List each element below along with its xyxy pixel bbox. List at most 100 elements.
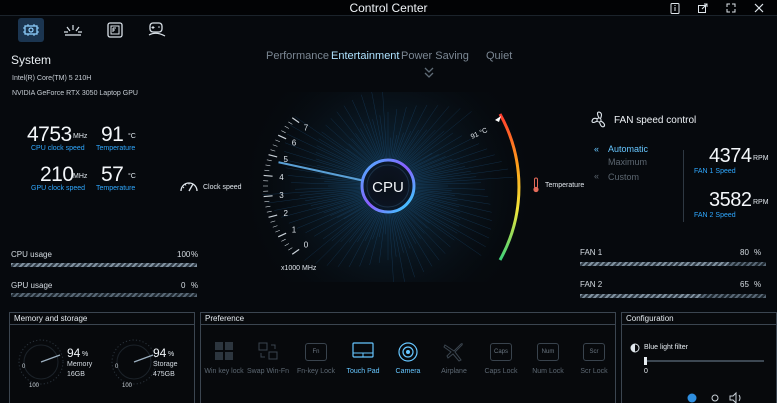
memory-dial: 0 100 <box>18 339 64 389</box>
gpu-clock-label: GPU clock speed <box>31 185 86 192</box>
storage-label: Storage <box>153 361 178 368</box>
cpu-name: Intel(R) Core(TM) 5 210H <box>12 75 92 82</box>
blue-light-slider[interactable] <box>644 357 764 365</box>
blue-light-slider-thumb[interactable] <box>644 357 647 365</box>
blue-light-label: Blue light filter <box>644 344 688 351</box>
fan2-usage-bar <box>580 294 766 298</box>
gpu-usage-bar <box>11 293 197 297</box>
tab-quiet[interactable]: Quiet <box>486 50 512 62</box>
popout-icon[interactable] <box>689 0 717 16</box>
fan1-usage-unit: % <box>754 248 762 257</box>
clock-scale-label: 7 <box>304 124 309 133</box>
clock-scale-tick <box>263 174 273 177</box>
caps-lock-icon: Caps <box>490 343 512 361</box>
fan1-usage-value: 80 <box>740 248 749 257</box>
cpu-temp-unit: °C <box>128 133 136 140</box>
clock-scale-label: 6 <box>292 139 297 148</box>
fan-divider <box>683 150 684 222</box>
pref-fn-key-lock[interactable]: Fn Fn-key Lock <box>296 340 336 375</box>
storage-size: 475GB <box>153 371 175 378</box>
clock-scale-tick <box>263 195 273 198</box>
memory-storage-title: Memory and storage <box>10 313 194 325</box>
clock-scale-unit: x1000 MHz <box>281 265 317 272</box>
clock-speed-label: Clock speed <box>203 184 242 191</box>
cpu-usage-label: CPU usage <box>11 250 52 259</box>
cpu-temp-label: Temperature <box>96 145 136 152</box>
speedometer-icon <box>180 182 198 192</box>
fan-mode-automatic[interactable]: Automatic <box>608 144 648 154</box>
pref-num-lock[interactable]: Num Num Lock <box>528 340 568 375</box>
tab-power-saving[interactable]: Power Saving <box>401 50 469 62</box>
fn-key-icon: Fn <box>305 343 327 361</box>
tab-performance[interactable]: Performance <box>266 50 329 62</box>
brightness-icon[interactable] <box>711 394 719 402</box>
cpu-clock-unit: MHz <box>73 133 88 140</box>
pref-swap-win-fn[interactable]: Swap Win-Fn <box>247 340 289 375</box>
expand-chevron-icon[interactable] <box>424 67 434 79</box>
fan1-usage-bar <box>580 262 766 266</box>
gpu-temp-value: 57 <box>101 163 124 186</box>
close-icon[interactable] <box>745 0 773 16</box>
gpu-clock-value: 210 <box>40 163 74 186</box>
fan1-rpm-unit: RPM <box>753 155 769 162</box>
gpu-usage-unit: % <box>191 281 199 290</box>
fan2-usage-unit: % <box>754 280 762 289</box>
memory-percent: 94 <box>67 346 81 360</box>
preference-title: Preference <box>201 313 615 325</box>
camera-icon <box>398 342 418 362</box>
fan2-usage-label: FAN 2 <box>580 280 603 289</box>
gpu-clock-unit: MHz <box>73 173 88 180</box>
memory-size: 16GB <box>67 371 85 378</box>
power-mode-tabs: Performance Entertainment Power Saving Q… <box>260 50 530 66</box>
cpu-temp-value: 91 <box>101 123 124 146</box>
pref-airplane[interactable]: Airplane <box>434 340 474 375</box>
tab-entertainment[interactable]: Entertainment <box>331 50 399 62</box>
fan1-usage-bar-fill <box>580 262 729 266</box>
gpu-temp-unit: °C <box>128 173 136 180</box>
toolbar <box>0 16 777 46</box>
thermometer-icon <box>533 177 539 193</box>
chevron-left-icon: « <box>594 144 600 154</box>
display-mode-icon[interactable] <box>687 393 697 403</box>
storage-percent: 94 <box>153 346 167 360</box>
gpu-name: NVIDIA GeForce RTX 3050 Laptop GPU <box>12 90 138 97</box>
cpu-usage-bar <box>11 263 197 267</box>
fan-icon <box>591 111 606 128</box>
fullscreen-icon[interactable] <box>717 0 745 16</box>
pref-win-key-lock[interactable]: Win key lock <box>204 340 244 375</box>
cpu-clock-value: 4753 <box>27 123 72 146</box>
fn-key-tab-icon[interactable] <box>102 18 128 42</box>
system-tab-icon[interactable] <box>18 18 44 42</box>
gamepad-tab-icon[interactable] <box>144 18 170 42</box>
title-bar: Control Center <box>0 0 777 16</box>
storage-percent-unit: % <box>168 351 175 358</box>
scroll-lock-icon: Scr <box>583 343 605 361</box>
cpu-usage-bar-fill <box>11 263 197 267</box>
chevron-left-custom-icon: « <box>594 171 600 181</box>
volume-icon[interactable] <box>729 391 741 403</box>
clock-scale-label: 1 <box>292 225 297 234</box>
info-icon[interactable] <box>661 0 689 16</box>
clock-scale-label: 4 <box>279 173 284 182</box>
cpu-clock-label: CPU clock speed <box>31 145 85 152</box>
blue-light-icon <box>630 343 640 353</box>
pref-caps-lock[interactable]: Caps Caps Lock <box>481 340 521 375</box>
memory-dial-max: 100 <box>29 383 40 389</box>
blue-light-slider-min: 0 <box>644 368 648 375</box>
configuration-title: Configuration <box>622 313 776 325</box>
airplane-icon <box>443 343 463 362</box>
fan1-usage-label: FAN 1 <box>580 248 603 257</box>
fan2-usage-bar-fill <box>580 294 701 298</box>
system-title: System <box>11 53 52 67</box>
pref-camera[interactable]: Camera <box>388 340 428 375</box>
fan2-speed-label: FAN 2 Speed <box>694 212 736 219</box>
lighting-tab-icon[interactable] <box>60 18 86 42</box>
temperature-label: Temperature <box>545 182 585 189</box>
swap-icon <box>258 342 278 360</box>
memory-label: Memory <box>67 361 93 368</box>
fan-mode-maximum[interactable]: Maximum <box>608 157 647 167</box>
pref-touch-pad[interactable]: Touch Pad <box>343 340 383 375</box>
config-mode-icons <box>687 391 741 403</box>
fan-mode-custom[interactable]: Custom <box>608 172 639 182</box>
pref-scr-lock[interactable]: Scr Scr Lock <box>574 340 614 375</box>
